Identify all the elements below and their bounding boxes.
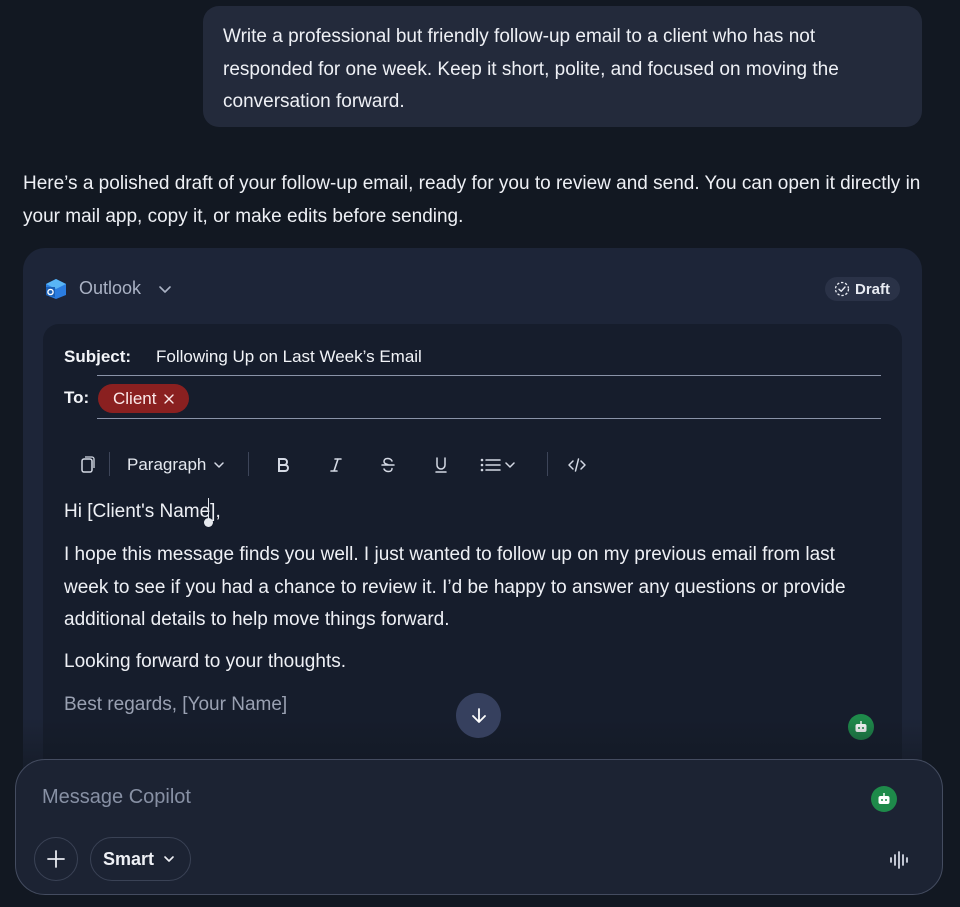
mode-selector-button[interactable]: Smart: [90, 837, 192, 881]
scroll-to-bottom-button[interactable]: [456, 693, 501, 738]
code-button[interactable]: [567, 453, 587, 477]
format-toolbar: Paragraph: [77, 450, 617, 480]
to-underline: [97, 418, 881, 419]
italic-icon: [330, 458, 342, 472]
remove-recipient-icon[interactable]: [163, 393, 175, 405]
mode-label: Smart: [103, 848, 155, 869]
chevron-down-icon: [164, 856, 174, 862]
message-input[interactable]: Message Copilot: [42, 786, 191, 809]
copy-icon: [81, 456, 95, 473]
recipient-chip-label: Client: [113, 388, 157, 408]
email-greeting: Hi [Client's Name],: [64, 501, 221, 522]
chevron-down-icon[interactable]: [157, 281, 173, 297]
copy-button[interactable]: [77, 453, 97, 477]
chevron-down-icon: [505, 462, 515, 468]
to-label: To:: [64, 388, 90, 407]
user-message-bubble: Write a professional but friendly follow…: [203, 6, 922, 127]
add-attachment-button[interactable]: [34, 837, 78, 881]
list-dropdown[interactable]: [479, 453, 517, 477]
toolbar-divider: [547, 452, 548, 476]
text-cursor: [208, 498, 209, 520]
message-composer: Message Copilot Smart: [15, 759, 943, 895]
subject-underline: [97, 375, 881, 376]
list-icon: [480, 458, 501, 472]
voice-input-icon[interactable]: [888, 848, 912, 872]
bot-face-icon: [878, 793, 890, 804]
draft-status-badge: Draft: [824, 277, 900, 301]
plus-icon: [47, 850, 65, 868]
draft-status-icon: [834, 281, 850, 297]
bold-icon: [278, 458, 289, 472]
recipient-chip[interactable]: Client: [98, 384, 190, 413]
paragraph-style-dropdown[interactable]: Paragraph: [127, 453, 226, 477]
copilot-bot-icon[interactable]: [871, 786, 897, 812]
bold-button[interactable]: [273, 453, 293, 477]
chevron-down-icon: [214, 462, 225, 468]
strikethrough-button[interactable]: [378, 453, 398, 477]
subject-input[interactable]: Following Up on Last Week’s Email: [156, 347, 422, 367]
italic-button[interactable]: [326, 453, 346, 477]
underline-button[interactable]: [431, 453, 451, 477]
toolbar-divider: [109, 452, 110, 476]
chat-page: Write a professional but friendly follow…: [0, 0, 960, 907]
email-card-header: Outlook Draft: [23, 248, 922, 324]
email-signature: Best regards, [Your Name]: [64, 694, 288, 715]
underline-icon: [435, 457, 447, 473]
strikethrough-icon: [381, 457, 395, 473]
code-icon: [568, 458, 586, 472]
subject-label: Subject:: [64, 347, 132, 366]
assistant-intro-text: Here’s a polished draft of your follow-u…: [23, 173, 921, 227]
email-closing-line: Looking forward to your thoughts.: [64, 651, 347, 672]
paragraph-style-label: Paragraph: [127, 455, 207, 474]
outlook-logo-icon: [46, 279, 66, 299]
email-main-paragraph: I hope this message finds you well. I ju…: [64, 544, 846, 630]
toolbar-divider: [248, 452, 249, 476]
arrow-down-icon: [471, 707, 486, 723]
draft-status-label: Draft: [854, 280, 890, 298]
app-name-label[interactable]: Outlook: [79, 278, 141, 299]
cursor-handle[interactable]: [204, 518, 213, 527]
